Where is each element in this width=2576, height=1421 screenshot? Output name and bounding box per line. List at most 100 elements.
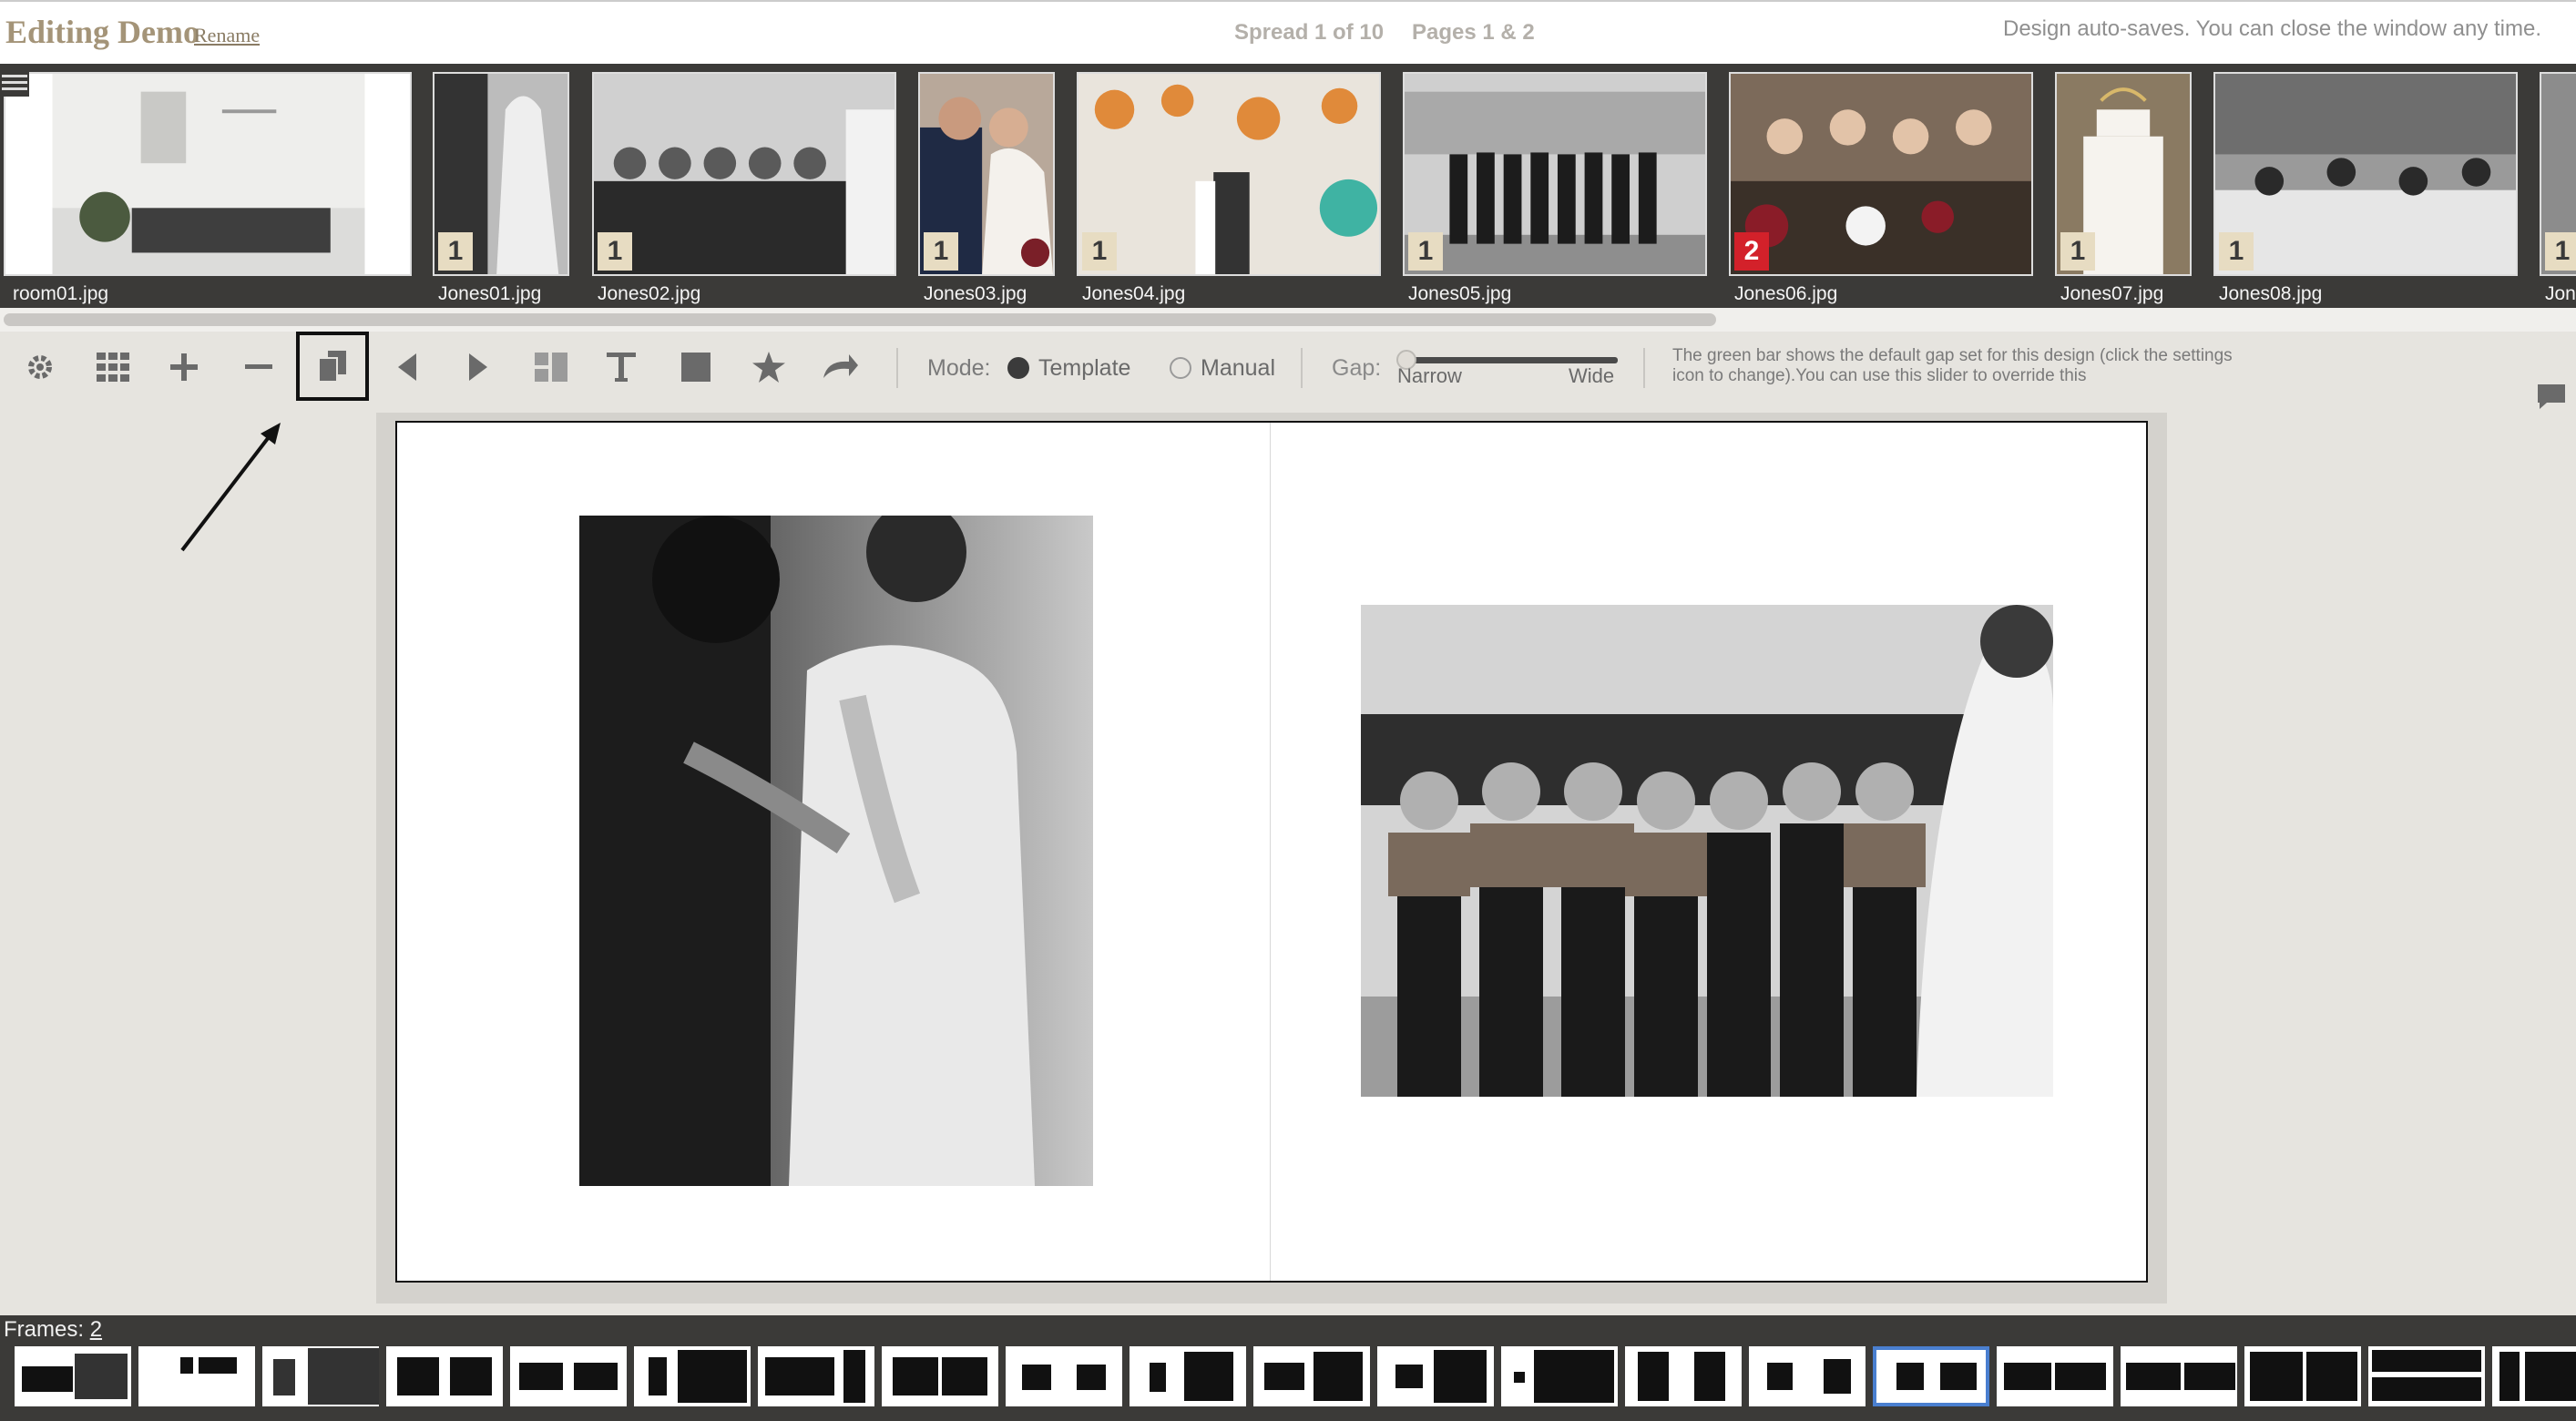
photo-thumb[interactable]: 1 <box>433 72 569 276</box>
star-icon[interactable] <box>741 341 796 394</box>
photo-filename: Jones03.jpg <box>924 283 1027 304</box>
spread-indicator: Spread 1 of 10 <box>1234 20 1385 45</box>
layout-option[interactable] <box>2121 1346 2237 1406</box>
usage-count-badge: 1 <box>1082 232 1117 271</box>
layout-option[interactable] <box>510 1346 627 1406</box>
copy-spread-button[interactable] <box>296 332 369 401</box>
layout-option[interactable] <box>882 1346 998 1406</box>
usage-count-badge: 1 <box>598 232 632 271</box>
minus-icon[interactable] <box>231 341 286 394</box>
usage-count-badge: 1 <box>2060 232 2095 271</box>
copy-icon <box>319 351 346 382</box>
toolbar-divider <box>1301 348 1303 388</box>
layout-option[interactable] <box>2492 1346 2576 1406</box>
photo-jones08 <box>2215 74 2516 274</box>
photo-jones05 <box>1405 74 1705 274</box>
layout-option[interactable] <box>262 1346 379 1406</box>
photo-jones06 <box>1731 74 2031 274</box>
gear-icon[interactable] <box>13 341 67 394</box>
layout-option[interactable] <box>1501 1346 1618 1406</box>
spread-spine <box>1270 423 1271 1281</box>
layout-option[interactable] <box>138 1346 255 1406</box>
layout-option[interactable] <box>1997 1346 2113 1406</box>
photo-thumb[interactable]: 1 <box>2213 72 2518 276</box>
rename-link[interactable]: Rename <box>194 24 260 47</box>
toolbar: Mode: Template Manual Gap: Narrow Wide T… <box>0 332 2576 404</box>
usage-count-badge: 1 <box>2545 232 2576 271</box>
layout-option[interactable] <box>1377 1346 1494 1406</box>
toolbar-divider <box>896 348 898 388</box>
photo-jones04 <box>1078 74 1379 274</box>
photo-filename: Jones01.jpg <box>438 283 542 304</box>
photo-thumb[interactable]: 1 <box>1403 72 1707 276</box>
photo-thumb[interactable]: 1 <box>592 72 896 276</box>
pages-indicator: Pages 1 & 2 <box>1412 20 1535 45</box>
layout-option[interactable] <box>1625 1346 1742 1406</box>
layout-option[interactable] <box>1253 1346 1370 1406</box>
photo-frame-left[interactable] <box>579 516 1093 1186</box>
undo-icon[interactable] <box>813 341 867 394</box>
gap-help-text: The green bar shows the default gap set … <box>1672 346 2233 385</box>
text-icon[interactable] <box>594 341 649 394</box>
photo-filename: Jones07.jpg <box>2060 283 2164 304</box>
layout-option[interactable] <box>1130 1346 1246 1406</box>
square-icon[interactable] <box>669 341 723 394</box>
usage-count-badge: 1 <box>2219 232 2254 271</box>
usage-count-badge: 1 <box>1408 232 1443 271</box>
photo-filename: Jones02.jpg <box>598 283 701 304</box>
bride-dress-photo <box>579 516 1093 1186</box>
layout-option[interactable] <box>634 1346 751 1406</box>
autosave-notice: Design auto-saves. You can close the win… <box>2002 16 2541 41</box>
photo-frame-right[interactable] <box>1361 605 2053 1097</box>
gap-narrow-label: Narrow <box>1397 364 1462 387</box>
mode-label: Mode: <box>927 355 991 381</box>
frames-count: Frames: 2 <box>4 1317 102 1343</box>
layout-option-selected[interactable] <box>1873 1346 1989 1406</box>
photo-filename: Jones05.jpg <box>1408 283 1512 304</box>
photo-thumb[interactable]: 1 <box>2540 72 2576 276</box>
gap-label: Gap: <box>1332 355 1382 381</box>
comment-icon[interactable] <box>2536 383 2567 410</box>
photo-filename: Jon <box>2545 283 2576 304</box>
menu-icon[interactable] <box>0 67 29 98</box>
mode-manual-radio[interactable] <box>1170 357 1191 379</box>
usage-count-badge: 2 <box>1734 232 1769 271</box>
usage-count-badge: 1 <box>924 232 958 271</box>
arrow-right-icon[interactable] <box>450 341 505 394</box>
photo-thumb[interactable]: 1 <box>1077 72 1381 276</box>
frames-label: Frames: <box>4 1317 85 1342</box>
photo-thumb[interactable]: 1 <box>918 72 1055 276</box>
photo-strip: room01.jpg 1 Jones01.jpg 1 Jones02.jpg 1… <box>0 64 2576 308</box>
mode-manual-label[interactable]: Manual <box>1201 355 1275 382</box>
photo-filename: Jones06.jpg <box>1734 283 1838 304</box>
gap-wide-label: Wide <box>1569 364 1615 387</box>
toolbar-divider <box>1643 348 1645 388</box>
layout-icon[interactable] <box>524 341 578 394</box>
photo-filename: Jones04.jpg <box>1082 283 1186 304</box>
photo-thumb[interactable] <box>4 72 412 276</box>
layout-option[interactable] <box>758 1346 874 1406</box>
photo-thumb[interactable]: 2 <box>1729 72 2033 276</box>
mode-template-label[interactable]: Template <box>1038 355 1130 382</box>
bridesmaids-photo <box>1361 605 2053 1097</box>
photo-filename: Jones08.jpg <box>2219 283 2323 304</box>
grid-icon[interactable] <box>86 341 140 394</box>
gap-slider[interactable] <box>1403 357 1618 363</box>
arrow-left-icon[interactable] <box>381 341 435 394</box>
scrollbar-thumb[interactable] <box>4 313 1716 326</box>
layout-option[interactable] <box>386 1346 503 1406</box>
layout-option[interactable] <box>1749 1346 1866 1406</box>
photo-filename: room01.jpg <box>13 283 109 304</box>
mode-template-radio[interactable] <box>1007 357 1029 379</box>
layout-option[interactable] <box>1006 1346 1122 1406</box>
room-photo <box>5 74 410 274</box>
layout-option[interactable] <box>2244 1346 2361 1406</box>
layout-option[interactable] <box>2368 1346 2485 1406</box>
page-title: Editing Demo <box>5 14 200 50</box>
layout-option[interactable] <box>15 1346 131 1406</box>
photo-thumb[interactable]: 1 <box>2055 72 2192 276</box>
frames-value[interactable]: 2 <box>90 1317 102 1342</box>
usage-count-badge: 1 <box>438 232 473 271</box>
annotation-arrow <box>180 423 281 552</box>
plus-icon[interactable] <box>157 341 211 394</box>
